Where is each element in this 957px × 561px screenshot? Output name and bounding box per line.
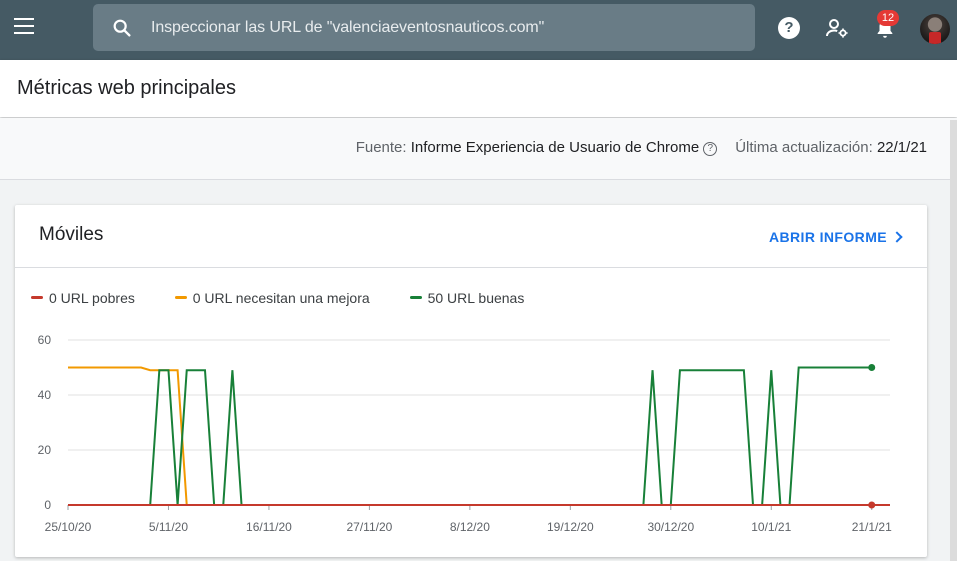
notification-badge: 12 [877, 10, 899, 26]
card-header: Móviles ABRIR INFORME [15, 205, 927, 268]
x-tick-label: 21/1/21 [852, 520, 892, 534]
series-line [149, 366, 872, 506]
x-tick-label: 8/12/20 [450, 520, 490, 534]
search-bar[interactable]: Inspeccionar las URL de "valenciaeventos… [93, 4, 755, 51]
y-tick-label: 40 [38, 388, 52, 402]
source-info: Fuente: Informe Experiencia de Usuario d… [356, 139, 927, 156]
top-app-bar: Inspeccionar las URL de "valenciaeventos… [0, 0, 957, 60]
x-tick-label: 16/11/20 [246, 520, 292, 534]
y-tick-label: 0 [44, 498, 51, 512]
user-settings-icon[interactable] [825, 16, 849, 40]
x-tick-label: 5/11/20 [149, 520, 188, 534]
help-circle-icon[interactable]: ? [703, 142, 718, 156]
data-point [868, 364, 876, 371]
search-input[interactable]: Inspeccionar las URL de "valenciaeventos… [151, 19, 544, 37]
source-prefix: Fuente: [355, 139, 407, 156]
legend-label: 50 URL buenas [427, 290, 525, 306]
page-title: Métricas web principales [17, 77, 236, 99]
card-title: Móviles [39, 224, 104, 245]
last-update-value: 22/1/21 [876, 139, 927, 156]
x-tick-label: 25/10/20 [45, 520, 92, 534]
open-report-button[interactable]: ABRIR INFORME [769, 229, 903, 245]
legend-item-poor[interactable]: 0 URL pobres [31, 290, 135, 306]
y-tick-label: 20 [38, 443, 52, 457]
help-icon[interactable]: ? [778, 17, 800, 39]
legend-label: 0 URL pobres [49, 290, 135, 306]
legend-swatch [31, 296, 43, 299]
menu-icon[interactable] [14, 18, 36, 40]
data-point [868, 501, 876, 509]
legend-swatch [174, 296, 187, 299]
x-tick-label: 27/11/20 [346, 520, 392, 534]
open-report-label: ABRIR INFORME [769, 229, 887, 245]
x-tick-label: 30/12/20 [647, 520, 694, 534]
legend-swatch [409, 296, 422, 299]
chart-legend: 0 URL pobres 0 URL necesitan una mejora … [31, 290, 560, 306]
scrollbar[interactable] [950, 120, 957, 561]
avatar[interactable] [920, 14, 950, 44]
source-info-bar: Fuente: Informe Experiencia de Usuario d… [0, 118, 957, 180]
source-name: Informe Experiencia de Usuario de Chrome [410, 139, 700, 156]
x-tick-label: 19/12/20 [547, 520, 594, 534]
legend-item-good[interactable]: 50 URL buenas [409, 290, 525, 306]
legend-item-needs-improvement[interactable]: 0 URL necesitan una mejora [174, 290, 370, 306]
last-update-label: Última actualización: [735, 139, 873, 156]
search-icon [113, 19, 131, 37]
y-tick-label: 60 [38, 333, 52, 347]
chevron-right-icon [891, 231, 903, 243]
legend-label: 0 URL necesitan una mejora [192, 290, 370, 306]
page-header: Métricas web principales [0, 60, 957, 117]
line-chart: 0 20 40 60 25/10/20 5/11/20 16/11/20 27/11/20 8/… [38, 333, 892, 534]
x-tick-label: 10/1/21 [751, 520, 791, 534]
